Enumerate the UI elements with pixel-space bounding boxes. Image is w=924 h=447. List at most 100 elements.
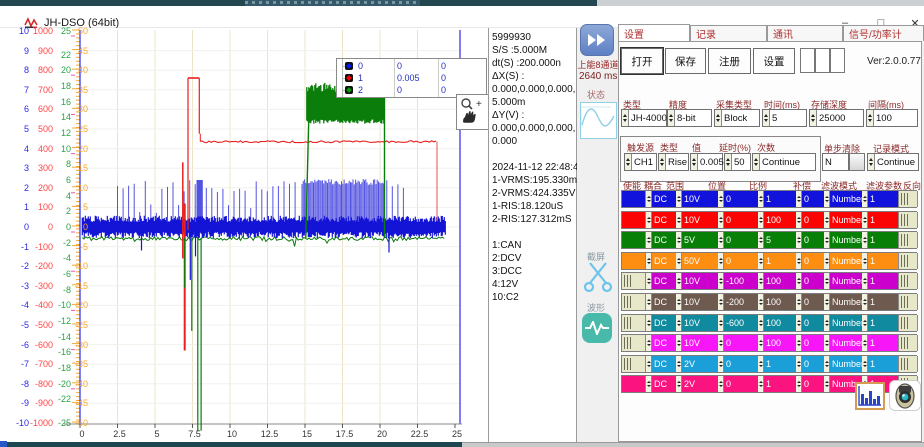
channel-filter-mode[interactable]: Number xyxy=(824,191,862,207)
histogram-view-button[interactable] xyxy=(855,382,885,410)
single-clear-field[interactable]: N xyxy=(822,153,849,171)
channel-invert-toggle[interactable] xyxy=(898,191,918,207)
channel-offset[interactable]: 0 xyxy=(796,356,824,372)
channel-filter-mode[interactable]: Number xyxy=(824,335,862,351)
channel-position[interactable]: 0 xyxy=(718,191,758,207)
channel-offset[interactable]: 0 xyxy=(796,376,824,392)
channel-position[interactable]: 0 xyxy=(718,356,758,372)
spinner-arrows[interactable] xyxy=(763,110,770,126)
channel-scale[interactable]: 1 xyxy=(758,253,796,269)
channel-enable-toggle[interactable] xyxy=(622,212,646,228)
channel-coupling[interactable]: DC xyxy=(646,335,676,351)
channel-range[interactable]: 5V xyxy=(676,232,718,248)
channel-filter-param[interactable]: 1 xyxy=(862,253,888,269)
channel-filter-param[interactable]: 1 xyxy=(862,191,888,207)
spinner-arrows[interactable] xyxy=(691,154,698,170)
spinner-arrows[interactable] xyxy=(659,154,666,170)
channel-offset[interactable]: 0 xyxy=(796,212,824,228)
channel-invert-toggle[interactable] xyxy=(898,273,918,289)
acq-field-1[interactable]: 8-bit xyxy=(667,109,712,127)
channel-enable-toggle[interactable] xyxy=(622,315,646,331)
channel-filter-param[interactable]: 1 xyxy=(862,356,888,372)
channel-filter-mode[interactable]: Number xyxy=(824,356,862,372)
channel-filter-param[interactable]: 1 xyxy=(862,273,888,289)
channel-coupling[interactable]: DC xyxy=(646,315,676,331)
channel-filter-param[interactable]: 1 xyxy=(862,232,888,248)
channel-offset[interactable]: 0 xyxy=(796,191,824,207)
channel-filter-mode[interactable]: Number xyxy=(824,273,862,289)
channel-invert-toggle[interactable] xyxy=(898,356,918,372)
channel-enable-toggle[interactable] xyxy=(622,356,646,372)
trigger-field-3[interactable]: 50 xyxy=(724,153,751,171)
channel-offset[interactable]: 0 xyxy=(796,273,824,289)
open-button[interactable]: 打开 xyxy=(621,48,663,74)
trigger-field-0[interactable]: CH1 xyxy=(624,153,657,171)
channel-scale[interactable]: 1 xyxy=(758,191,796,207)
channel-filter-mode[interactable]: Number xyxy=(824,232,862,248)
channel-scale[interactable]: 100 xyxy=(758,335,796,351)
channel-coupling[interactable]: DC xyxy=(646,191,676,207)
channel-coupling[interactable]: DC xyxy=(646,253,676,269)
channel-coupling[interactable]: DC xyxy=(646,376,676,392)
channel-enable-toggle[interactable] xyxy=(622,294,646,310)
tab-settings[interactable]: 设置 xyxy=(618,24,690,41)
channel-position[interactable]: 0 xyxy=(718,212,758,228)
channel-offset[interactable]: 0 xyxy=(796,253,824,269)
channel-invert-toggle[interactable] xyxy=(898,253,918,269)
settings-button[interactable]: 设置 xyxy=(753,48,795,74)
channel-offset[interactable]: 0 xyxy=(796,294,824,310)
channel-offset[interactable]: 0 xyxy=(796,315,824,331)
spinner-arrows[interactable] xyxy=(715,110,722,126)
channel-position[interactable]: -100 xyxy=(718,273,758,289)
channel-enable-toggle[interactable] xyxy=(622,273,646,289)
spinner-arrows[interactable] xyxy=(868,154,875,170)
channel-range[interactable]: 10V xyxy=(676,315,718,331)
channel-invert-toggle[interactable] xyxy=(898,315,918,331)
acq-field-3[interactable]: 5 xyxy=(762,109,807,127)
channel-offset[interactable]: 0 xyxy=(796,232,824,248)
channel-coupling[interactable]: DC xyxy=(646,273,676,289)
channel-filter-param[interactable]: 1 xyxy=(862,212,888,228)
channel-range[interactable]: 10V xyxy=(676,294,718,310)
tab-record[interactable]: 记录 xyxy=(690,25,767,41)
channel-coupling[interactable]: DC xyxy=(646,356,676,372)
trigger-field-1[interactable]: Rise xyxy=(658,153,689,171)
channel-filter-mode[interactable]: Number xyxy=(824,212,862,228)
channel-range[interactable]: 2V xyxy=(676,376,718,392)
acq-field-0[interactable]: JH-4000A xyxy=(621,109,667,127)
tab-comm[interactable]: 通讯 xyxy=(767,25,843,41)
channel-scale[interactable]: 5 xyxy=(758,232,796,248)
channel-invert-toggle[interactable] xyxy=(898,335,918,351)
channel-scale[interactable]: 100 xyxy=(758,315,796,331)
channel-scale[interactable]: 100 xyxy=(758,273,796,289)
channel-position[interactable]: -600 xyxy=(718,315,758,331)
spinner-arrows[interactable] xyxy=(753,154,760,170)
channel-filter-param[interactable]: 1 xyxy=(862,315,888,331)
save-button[interactable]: 保存 xyxy=(665,48,706,74)
acq-field-4[interactable]: 25000 xyxy=(809,109,864,127)
channel-position[interactable]: 0 xyxy=(718,335,758,351)
single-clear-button[interactable] xyxy=(849,153,865,171)
register-button[interactable]: 注册 xyxy=(708,48,751,74)
trigger-field-2[interactable]: 0.0051 xyxy=(690,153,723,171)
tab-signal-power[interactable]: 信号/功率计 xyxy=(843,25,924,41)
channel-range[interactable]: 50V xyxy=(676,253,718,269)
channel-range[interactable]: 2V xyxy=(676,356,718,372)
channel-coupling[interactable]: DC xyxy=(646,294,676,310)
channel-enable-toggle[interactable] xyxy=(622,191,646,207)
channel-enable-toggle[interactable] xyxy=(622,335,646,351)
spinner-arrows[interactable] xyxy=(725,154,732,170)
channel-offset[interactable]: 0 xyxy=(796,335,824,351)
channel-scale[interactable]: 100 xyxy=(758,294,796,310)
channel-range[interactable]: 10V xyxy=(676,212,718,228)
channel-range[interactable]: 10V xyxy=(676,273,718,289)
trigger-field-4[interactable]: Continue xyxy=(752,153,816,171)
channel-position[interactable]: 0 xyxy=(718,253,758,269)
spinner-arrows[interactable] xyxy=(867,110,874,126)
channel-position[interactable]: -200 xyxy=(718,294,758,310)
channel-range[interactable]: 10V xyxy=(676,335,718,351)
channel-filter-param[interactable]: 1 xyxy=(862,335,888,351)
scope-plot[interactable]: 109876543210-1-2-3-4-5-6-7-8-9-101000900… xyxy=(0,28,490,442)
channel-position[interactable]: 0 xyxy=(718,376,758,392)
spinner-arrows[interactable] xyxy=(625,154,632,170)
